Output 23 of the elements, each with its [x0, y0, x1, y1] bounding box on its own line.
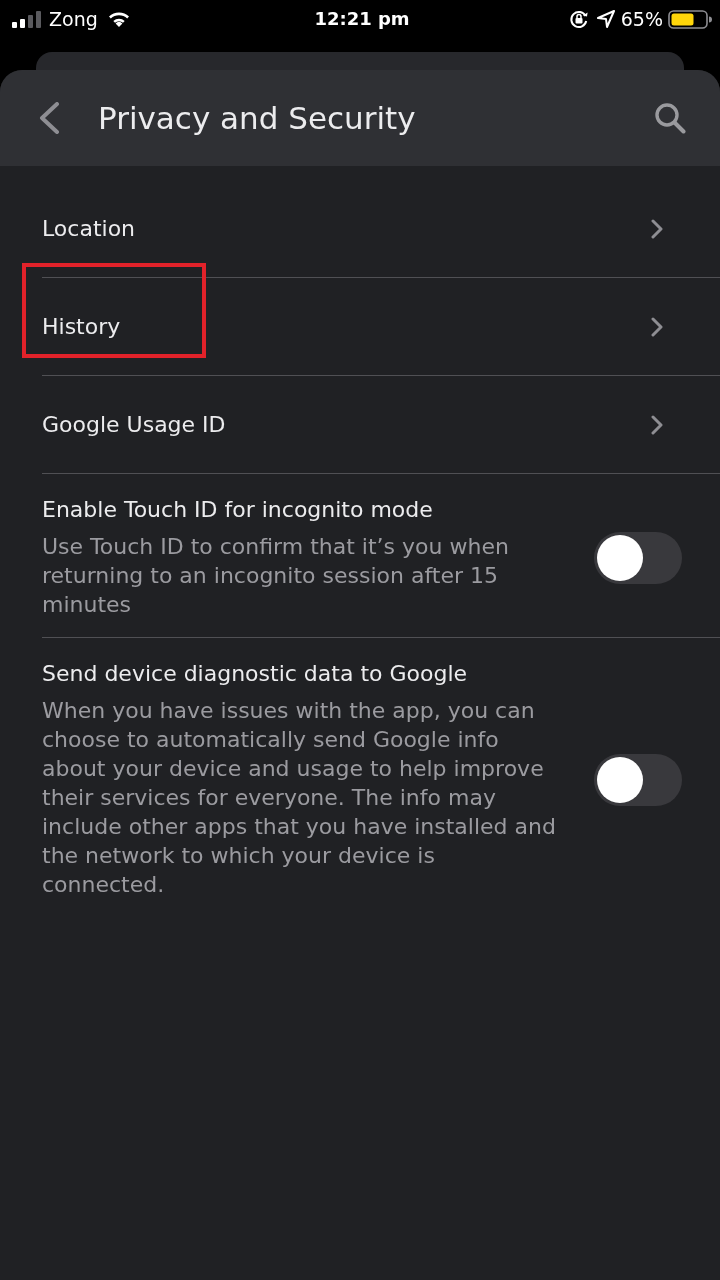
setting-title: Send device diagnostic data to Google: [42, 660, 469, 688]
toggle-switch[interactable]: [594, 753, 682, 806]
battery-percentage: 65%: [620, 7, 663, 32]
page-title: Privacy and Security: [98, 100, 417, 136]
wifi-icon: [107, 11, 130, 27]
carrier-name: Zong: [49, 7, 98, 32]
chevron-right-icon: [651, 316, 663, 337]
search-icon[interactable]: [654, 102, 686, 134]
back-icon[interactable]: [38, 102, 60, 134]
location-arrow-icon: [596, 10, 615, 28]
orientation-lock-icon: [568, 9, 589, 29]
setting-description: Use Touch ID to confirm that it’s you when returning to an incognito session after 15 minutes: [42, 533, 510, 619]
setting-title: Enable Touch ID for incognito mode: [42, 496, 434, 524]
settings-item[interactable]: History: [42, 278, 720, 376]
status-time: 12:21 pm: [314, 7, 410, 31]
settings-item[interactable]: Google Usage ID: [42, 376, 720, 474]
battery-icon: [668, 9, 712, 29]
setting-description: When you have issues with the app, you can choose to automatically send Google info about your device and usage to help improve their services for everyone. The info may include other apps that you have installed and the network to which your device is connected.: [42, 697, 557, 899]
signal-icon: [12, 10, 42, 28]
settings-item[interactable]: Location: [42, 180, 720, 278]
chevron-right-icon: [651, 414, 663, 435]
toggle-switch[interactable]: [594, 531, 682, 584]
chevron-right-icon: [651, 218, 663, 239]
